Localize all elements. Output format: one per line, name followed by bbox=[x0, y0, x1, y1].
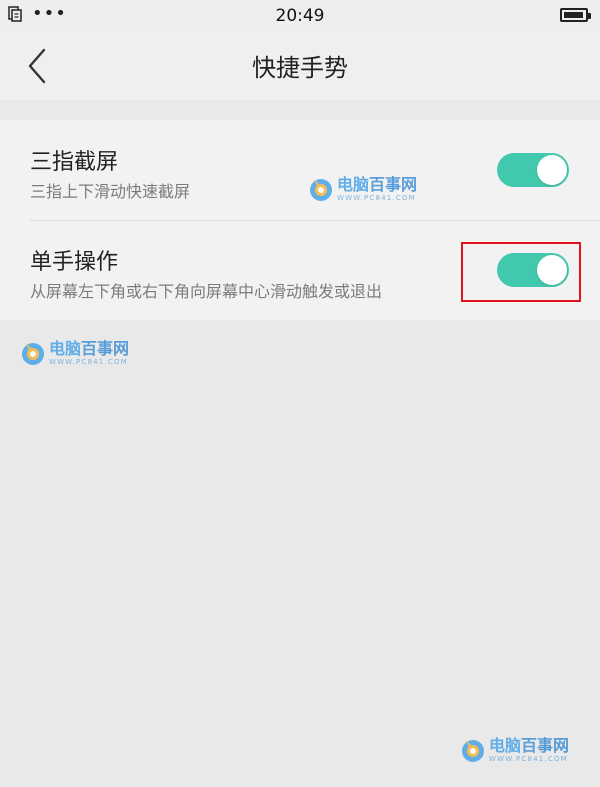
battery-icon bbox=[560, 8, 591, 22]
watermark-url: WWW.PC841.COM bbox=[489, 754, 568, 763]
watermark-logo-icon bbox=[462, 740, 484, 762]
watermark: 电脑百事网 WWW.PC841.COM bbox=[20, 340, 129, 366]
highlight-annotation-box bbox=[461, 242, 581, 302]
watermark-url: WWW.PC841.COM bbox=[337, 193, 416, 202]
setting-subtitle: 从屏幕左下角或右下角向屏幕中心滑动触发或退出 bbox=[30, 282, 383, 301]
setting-row-three-finger-screenshot[interactable]: 三指截屏 三指上下滑动快速截屏 bbox=[0, 120, 600, 221]
watermark-name-b: 百事网 bbox=[521, 735, 570, 755]
page-title: 快捷手势 bbox=[252, 54, 348, 82]
watermark: 电脑百事网 WWW.PC841.COM bbox=[308, 176, 417, 202]
setting-title: 三指截屏 bbox=[30, 150, 119, 175]
watermark-name-b: 百事网 bbox=[81, 338, 130, 358]
setting-subtitle: 三指上下滑动快速截屏 bbox=[30, 182, 191, 201]
watermark-logo-icon bbox=[310, 179, 332, 201]
toggle-knob bbox=[537, 155, 567, 185]
nav-bar: 快捷手势 bbox=[0, 32, 600, 100]
watermark-name-b: 百事网 bbox=[369, 174, 418, 194]
status-time: 20:49 bbox=[275, 6, 325, 26]
watermark-logo-icon bbox=[22, 343, 44, 365]
three-finger-screenshot-toggle[interactable] bbox=[497, 153, 569, 187]
watermark-url: WWW.PC841.COM bbox=[49, 357, 128, 366]
status-bar: ••• 20:49 bbox=[0, 0, 600, 32]
watermark-name-a: 电脑 bbox=[49, 338, 82, 358]
watermark-name-a: 电脑 bbox=[489, 735, 522, 755]
watermark: 电脑百事网 WWW.PC841.COM bbox=[460, 737, 569, 763]
battery-level bbox=[564, 12, 583, 18]
setting-title: 单手操作 bbox=[30, 250, 119, 275]
watermark-name-a: 电脑 bbox=[337, 174, 370, 194]
